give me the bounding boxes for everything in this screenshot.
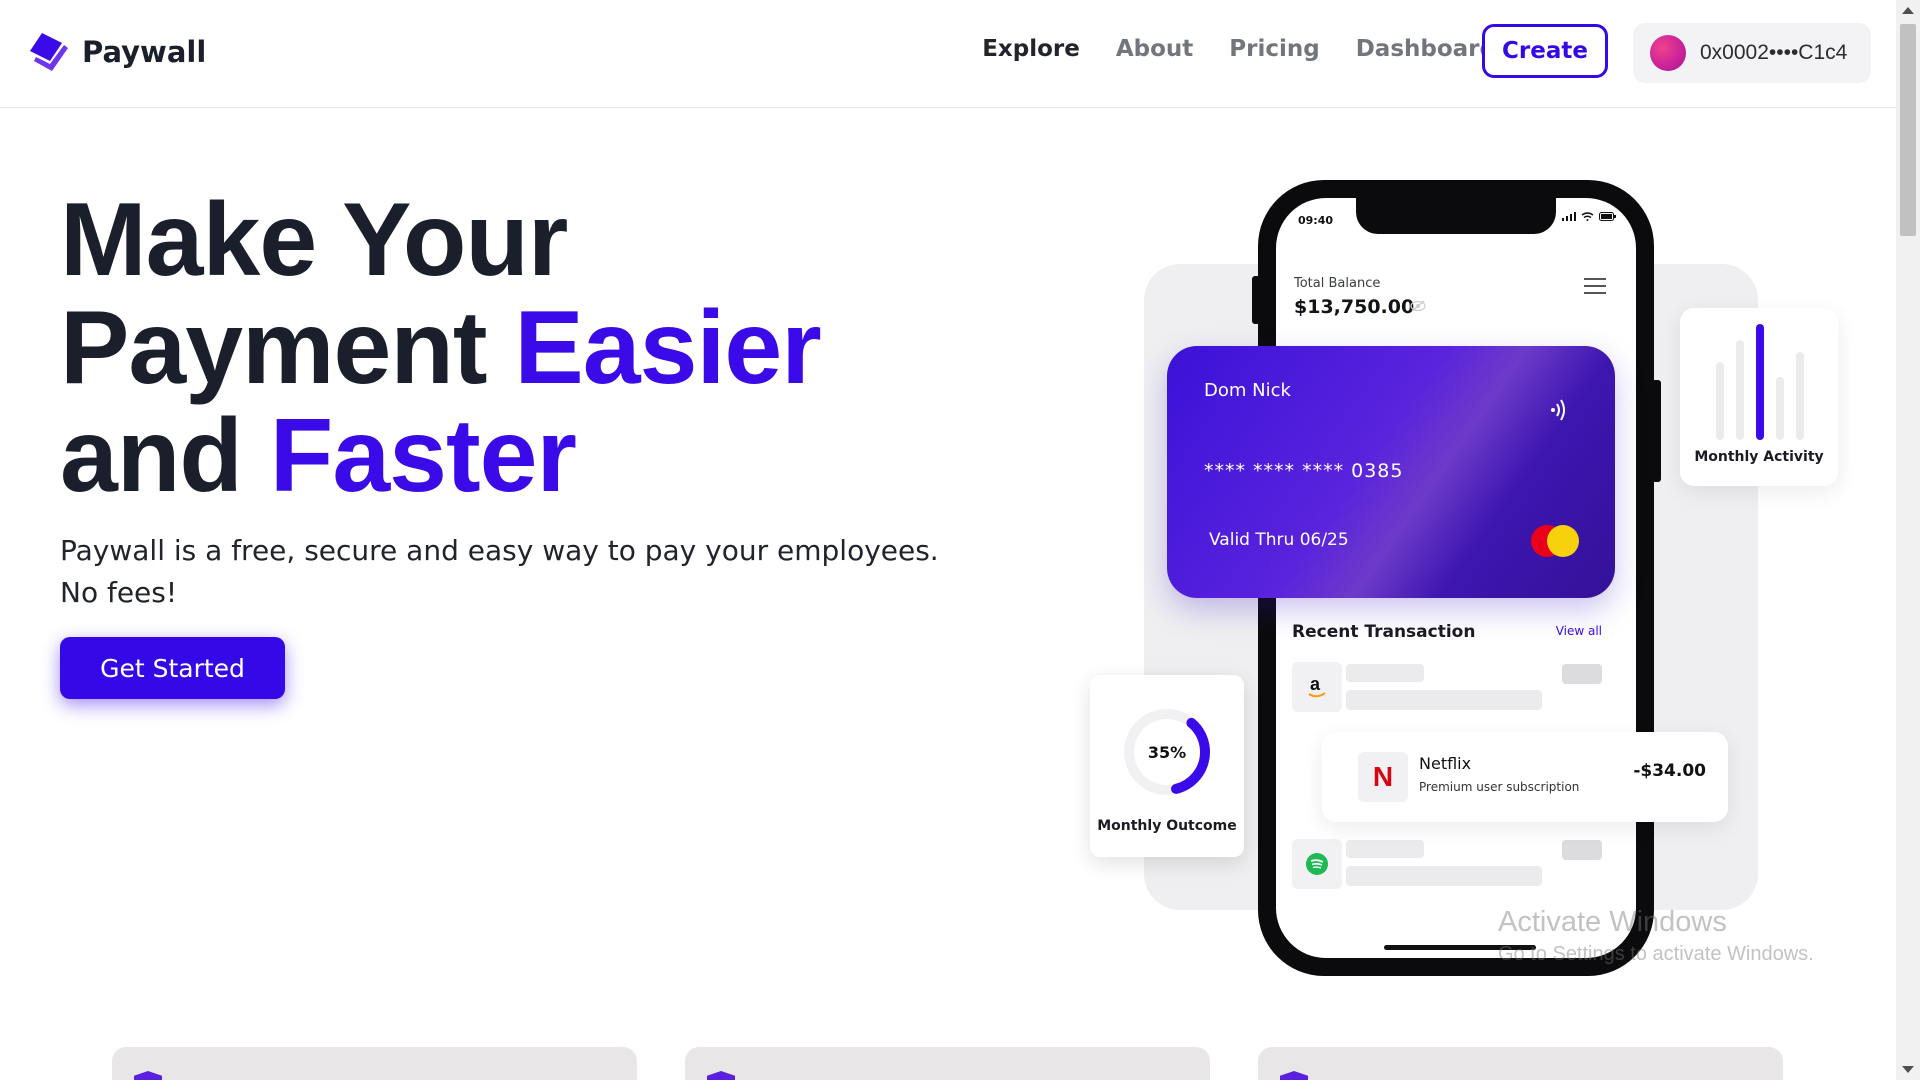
total-balance-label: Total Balance	[1294, 276, 1381, 291]
activity-bars-icon	[1716, 324, 1804, 440]
brand-name: Paywall	[82, 35, 207, 69]
hero-title-line3: and	[60, 398, 270, 514]
feature-card	[1258, 1047, 1783, 1080]
nav-pricing[interactable]: Pricing	[1229, 36, 1319, 62]
get-started-button[interactable]: Get Started	[60, 637, 285, 699]
feature-icon	[134, 1071, 162, 1080]
wallet-avatar	[1650, 35, 1686, 71]
feature-card	[112, 1047, 637, 1080]
watermark-line2: Go to Settings to activate Windows.	[1498, 943, 1814, 965]
phone-power-button	[1652, 380, 1661, 482]
transaction-amount: -$34.00	[1633, 761, 1706, 781]
view-all-link[interactable]: View all	[1556, 624, 1602, 638]
feature-card	[685, 1047, 1210, 1080]
outcome-label: Monthly Outcome	[1097, 818, 1237, 834]
total-balance-value: $13,750.00	[1294, 296, 1415, 318]
eye-hidden-icon[interactable]	[1410, 300, 1426, 312]
signal-icon	[1562, 212, 1576, 221]
status-time: 09:40	[1298, 214, 1334, 227]
skeleton-amount	[1562, 840, 1602, 860]
nav-explore[interactable]: Explore	[982, 36, 1080, 62]
nav-dashboard[interactable]: Dashboard	[1356, 36, 1496, 62]
monthly-activity-widget: Monthly Activity	[1680, 308, 1838, 486]
battery-icon	[1599, 212, 1616, 221]
skeleton-line	[1346, 690, 1542, 710]
wallet-address: 0x0002••••C1c4	[1700, 41, 1848, 64]
skeleton-line	[1346, 866, 1542, 886]
feature-icon	[1280, 1071, 1308, 1080]
hero-title-accent-easier: Easier	[514, 290, 821, 406]
main-nav: Explore About Pricing Dashboard	[982, 36, 1496, 62]
hero-title-accent-faster: Faster	[269, 398, 577, 514]
hero-title: Make Your Payment Easier and Faster	[60, 186, 822, 510]
page-scrollbar[interactable]	[1896, 0, 1920, 1080]
scroll-up-arrow-icon[interactable]	[1902, 7, 1914, 14]
watermark-line1: Activate Windows	[1498, 906, 1727, 938]
status-icons	[1562, 212, 1616, 221]
transaction-description: Premium user subscription	[1419, 780, 1580, 794]
hero-subtitle: Paywall is a free, secure and easy way t…	[60, 534, 939, 609]
scrollbar-thumb[interactable]	[1900, 24, 1916, 236]
netflix-transaction-card[interactable]: N Netflix Premium user subscription -$34…	[1322, 732, 1728, 822]
svg-text:a: a	[1310, 674, 1321, 694]
nav-about[interactable]: About	[1116, 36, 1193, 62]
skeleton-line	[1346, 840, 1424, 858]
phone-side-button	[1252, 276, 1260, 324]
skeleton-line	[1346, 664, 1424, 682]
windows-activation-watermark: Activate Windows Go to Settings to activ…	[1498, 906, 1814, 966]
wallet-account-button[interactable]: 0x0002••••C1c4	[1633, 23, 1871, 83]
credit-card: Dom Nick **** **** **** 0385 Valid Thru …	[1167, 346, 1615, 598]
card-number: **** **** **** 0385	[1204, 460, 1404, 482]
top-navbar: Paywall Explore About Pricing Dashboard …	[0, 0, 1896, 108]
card-valid-thru: Valid Thru 06/25	[1209, 530, 1349, 550]
card-holder-name: Dom Nick	[1204, 380, 1291, 401]
hero-title-line1: Make Your	[60, 182, 568, 298]
scroll-down-arrow-icon[interactable]	[1902, 1066, 1914, 1073]
brand-logo-link[interactable]: Paywall	[28, 28, 206, 76]
phone-notch	[1356, 198, 1556, 234]
mastercard-logo-icon	[1531, 525, 1579, 557]
hero-title-line2: Payment	[60, 290, 515, 406]
contactless-icon	[1551, 399, 1565, 421]
monthly-outcome-widget: 35% Monthly Outcome	[1090, 675, 1244, 857]
netflix-icon: N	[1358, 752, 1408, 802]
outcome-percent: 35%	[1147, 743, 1187, 762]
recent-transaction-title: Recent Transaction	[1292, 622, 1476, 642]
amazon-icon: a	[1292, 662, 1342, 712]
activity-label: Monthly Activity	[1694, 449, 1824, 465]
paywall-logo-icon	[28, 31, 70, 73]
menu-icon[interactable]	[1584, 278, 1606, 299]
feature-icon	[707, 1071, 735, 1080]
wifi-icon	[1581, 212, 1594, 221]
create-button[interactable]: Create	[1482, 24, 1608, 78]
spotify-icon	[1292, 839, 1342, 889]
skeleton-amount	[1562, 664, 1602, 684]
transaction-name: Netflix	[1419, 754, 1472, 773]
